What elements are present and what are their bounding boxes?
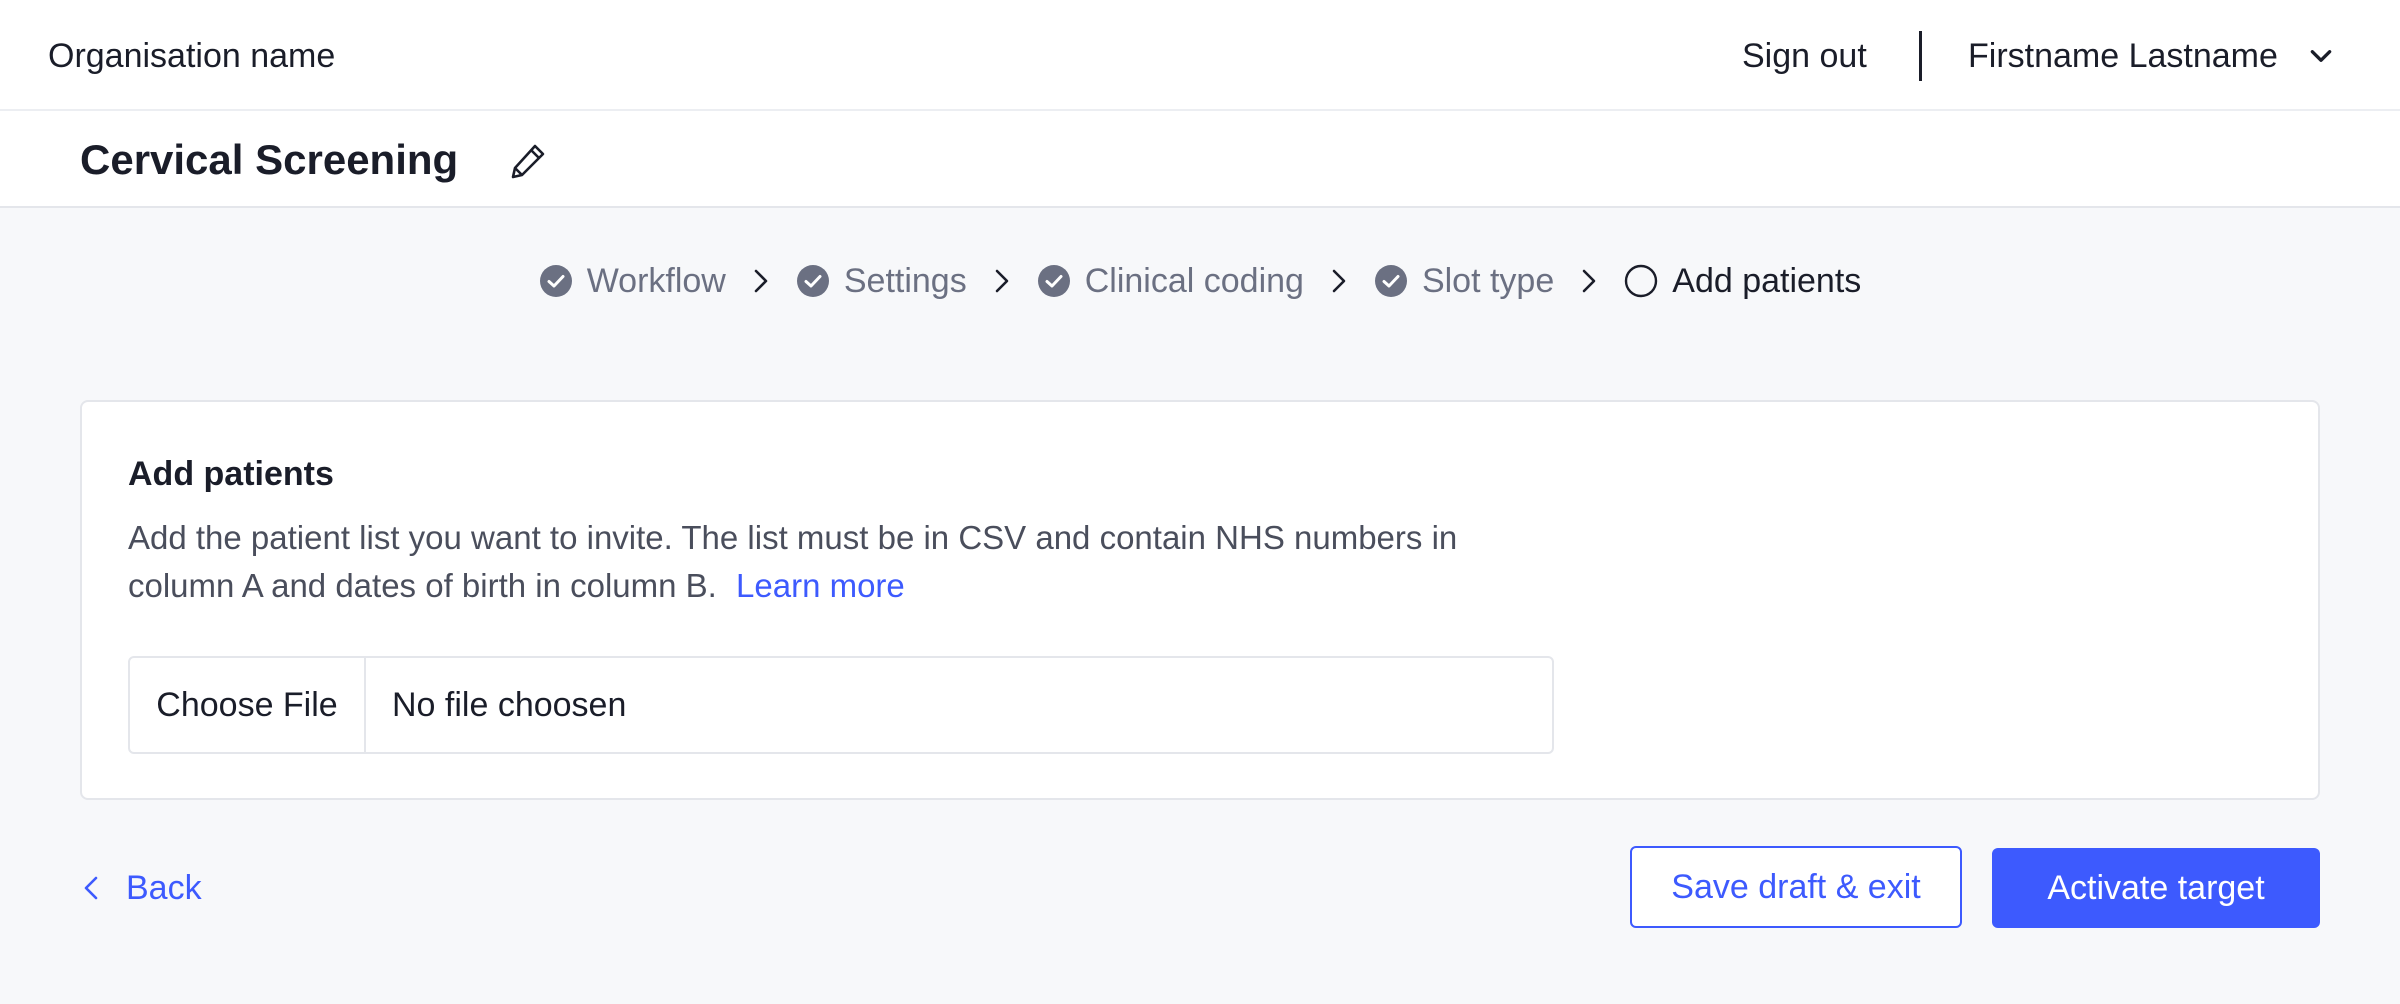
step-label: Add patients <box>1672 262 1862 300</box>
title-bar: Cervical Screening <box>0 111 2400 208</box>
progress-stepper: Workflow Settings Clinical coding Slot t… <box>0 256 2400 306</box>
activate-target-button[interactable]: Activate target <box>1992 848 2320 928</box>
card-description: Add the patient list you want to invite.… <box>128 514 1528 610</box>
step-workflow[interactable]: Workflow <box>539 256 726 306</box>
user-menu[interactable]: Firstname Lastname <box>1968 34 2334 78</box>
learn-more-link[interactable]: Learn more <box>736 567 905 604</box>
pencil-icon[interactable] <box>508 141 548 181</box>
card-title: Add patients <box>128 455 334 493</box>
user-name: Firstname Lastname <box>1968 37 2278 75</box>
step-label: Workflow <box>586 262 726 300</box>
chevron-left-icon <box>84 876 98 900</box>
check-circle-icon <box>1037 265 1070 297</box>
chevron-down-icon <box>2310 50 2332 62</box>
header-divider <box>1919 31 1922 81</box>
file-status: No file choosen <box>392 685 627 724</box>
step-add-patients[interactable]: Add patients <box>1624 256 1861 306</box>
sign-out-link[interactable]: Sign out <box>1742 34 1867 78</box>
step-label: Settings <box>843 262 967 300</box>
step-label: Slot type <box>1421 262 1555 300</box>
page-title: Cervical Screening <box>80 136 459 183</box>
step-clinical-coding[interactable]: Clinical coding <box>1037 256 1304 306</box>
chevron-right-icon <box>754 269 768 293</box>
step-label: Clinical coding <box>1084 262 1304 300</box>
chevron-right-icon <box>1582 269 1596 293</box>
chevron-right-icon <box>1332 269 1346 293</box>
add-patients-card: Add patients Add the patient list you wa… <box>80 400 2320 800</box>
organisation-name: Organisation name <box>48 37 336 75</box>
save-draft-button[interactable]: Save draft & exit <box>1630 846 1962 928</box>
step-settings[interactable]: Settings <box>796 256 967 306</box>
back-label: Back <box>126 869 202 907</box>
top-bar: Organisation name Sign out Firstname Las… <box>0 0 2400 111</box>
check-circle-icon <box>539 265 572 297</box>
step-slot-type[interactable]: Slot type <box>1374 256 1554 306</box>
check-circle-icon <box>1374 265 1407 297</box>
chevron-right-icon <box>995 269 1009 293</box>
choose-file-button[interactable]: Choose File <box>130 658 366 752</box>
empty-circle-icon <box>1625 264 1658 298</box>
back-link[interactable]: Back <box>80 866 202 910</box>
file-upload-field[interactable]: Choose File No file choosen <box>128 656 1554 754</box>
check-circle-icon <box>796 265 829 297</box>
